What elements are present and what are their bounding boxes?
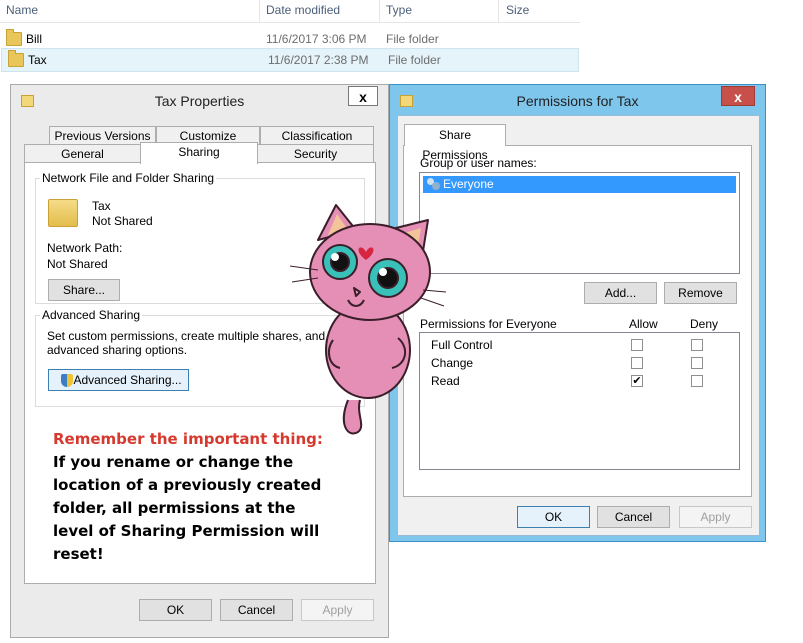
cat-illustration [289,204,447,435]
apply-button[interactable]: Apply [301,599,374,621]
group-label: Advanced Sharing [40,308,143,322]
user-name: Everyone [443,177,494,191]
title-bar[interactable]: Permissions for Tax x [390,85,765,115]
remove-button[interactable]: Remove [664,282,737,304]
deny-read-checkbox[interactable] [691,375,703,387]
folder-icon [6,29,22,46]
allow-change-checkbox[interactable] [631,357,643,369]
apply-button[interactable]: Apply [679,506,752,528]
note-line: location of a previously created [53,476,322,494]
deny-change-checkbox[interactable] [691,357,703,369]
deny-header: Deny [690,317,719,331]
allow-read-checkbox[interactable]: ✔ [631,375,643,387]
network-path-label: Network Path: [47,241,123,255]
column-divider[interactable] [498,0,499,22]
column-divider[interactable] [379,0,380,22]
explorer-file-list: Name Date modified Type Size Bill 11/6/2… [0,0,803,80]
dialog-client: Share Permissions Group or user names: E… [397,115,760,536]
file-row-bill[interactable]: Bill 11/6/2017 3:06 PM File folder [0,28,578,50]
folder-icon [48,199,78,227]
file-row-tax[interactable]: Tax 11/6/2017 2:38 PM File folder [1,48,579,72]
allow-header: Allow [629,317,658,331]
tab-sharing[interactable]: Sharing [140,142,258,164]
advanced-description: advanced sharing options. [47,343,188,357]
tab-share-permissions[interactable]: Share Permissions [404,124,506,162]
file-name: Tax [28,53,47,67]
tab-general[interactable]: General [24,144,141,162]
allow-full-control-checkbox[interactable] [631,339,643,351]
advanced-sharing-label: Advanced Sharing... [73,373,182,387]
file-type: File folder [388,53,441,67]
shield-icon [61,374,73,387]
user-list[interactable]: Everyone [419,172,740,274]
list-item-everyone[interactable]: Everyone [423,176,736,193]
users-icon [427,178,441,191]
file-name: Bill [26,32,43,46]
column-type[interactable]: Type [386,3,412,17]
file-date: 11/6/2017 3:06 PM [266,32,367,46]
reminder-note: Remember the important thing: If you ren… [53,428,353,566]
ok-button[interactable]: OK [139,599,212,621]
note-line: level of Sharing Permission will [53,522,320,540]
note-line: folder, all permissions at the [53,499,296,517]
ok-button[interactable]: OK [517,506,590,528]
note-line: reset! [53,545,104,563]
advanced-sharing-button[interactable]: Advanced Sharing... [48,369,189,391]
close-button[interactable]: x [721,86,755,106]
dialog-title: Tax Properties [154,93,245,109]
column-date-modified[interactable]: Date modified [266,3,340,17]
group-label: Network File and Folder Sharing [40,171,217,185]
close-button[interactable]: x [348,86,378,106]
tab-classification[interactable]: Classification [260,126,374,144]
cancel-button[interactable]: Cancel [597,506,670,528]
cancel-button[interactable]: Cancel [220,599,293,621]
folder-icon [8,50,24,67]
column-name[interactable]: Name [6,3,38,17]
column-divider[interactable] [259,0,260,22]
file-type: File folder [386,32,439,46]
dialog-title: Permissions for Tax [516,93,639,109]
permissions-list: Full Control Change Read ✔ [419,332,740,470]
share-status: Not Shared [92,214,153,228]
tab-security[interactable]: Security [257,144,374,162]
column-size[interactable]: Size [506,3,529,17]
note-line: If you rename or change the [53,453,294,471]
file-date: 11/6/2017 2:38 PM [268,53,369,67]
share-permissions-panel: Group or user names: Everyone Add... Rem… [403,145,752,497]
deny-full-control-checkbox[interactable] [691,339,703,351]
column-headers: Name Date modified Type Size [0,0,580,23]
network-path-value: Not Shared [47,257,108,271]
add-button[interactable]: Add... [584,282,657,304]
title-bar[interactable]: Tax Properties x [11,85,388,115]
share-folder-name: Tax [92,199,111,213]
share-button[interactable]: Share... [48,279,120,301]
